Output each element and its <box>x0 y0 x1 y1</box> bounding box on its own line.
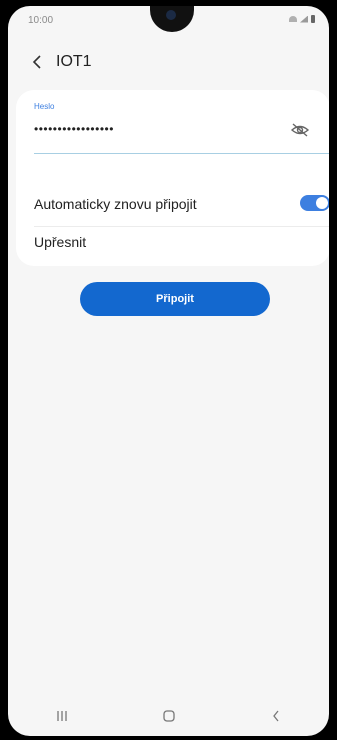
wifi-icon <box>289 16 297 22</box>
navigation-bar <box>8 696 329 736</box>
camera-notch <box>150 6 194 32</box>
recent-apps-icon <box>56 711 67 721</box>
home-button[interactable] <box>149 701 189 731</box>
auto-reconnect-label: Automaticky znovu připojit <box>34 196 197 212</box>
nav-back-button[interactable] <box>256 701 296 731</box>
back-button[interactable] <box>26 51 48 73</box>
divider <box>34 226 329 227</box>
status-bar: 10:00 <box>8 6 329 36</box>
phone-screen: 10:00 IOT1 Heslo ••••••••••••••••• Autom… <box>8 6 329 736</box>
settings-card: Heslo ••••••••••••••••• Automaticky znov… <box>16 90 329 266</box>
password-input[interactable]: ••••••••••••••••• <box>34 122 114 136</box>
connect-button[interactable]: Připojit <box>80 282 270 316</box>
page-title: IOT1 <box>56 53 92 70</box>
auto-reconnect-row[interactable]: Automaticky znovu připojit <box>34 190 329 218</box>
auto-reconnect-toggle[interactable] <box>300 195 329 211</box>
status-icons <box>289 15 315 23</box>
eye-off-icon <box>290 123 310 137</box>
toggle-knob <box>316 197 328 209</box>
app-bar: IOT1 <box>8 42 329 82</box>
status-time: 10:00 <box>28 15 54 26</box>
back-icon <box>272 710 279 722</box>
signal-icon <box>300 15 308 23</box>
password-label: Heslo <box>34 102 55 111</box>
recent-apps-button[interactable] <box>42 701 82 731</box>
home-icon <box>162 710 175 722</box>
show-password-button[interactable] <box>290 122 310 138</box>
chevron-left-icon <box>32 55 41 69</box>
advanced-row[interactable]: Upřesnit <box>34 234 86 250</box>
battery-icon <box>311 15 315 23</box>
password-underline <box>34 153 329 154</box>
